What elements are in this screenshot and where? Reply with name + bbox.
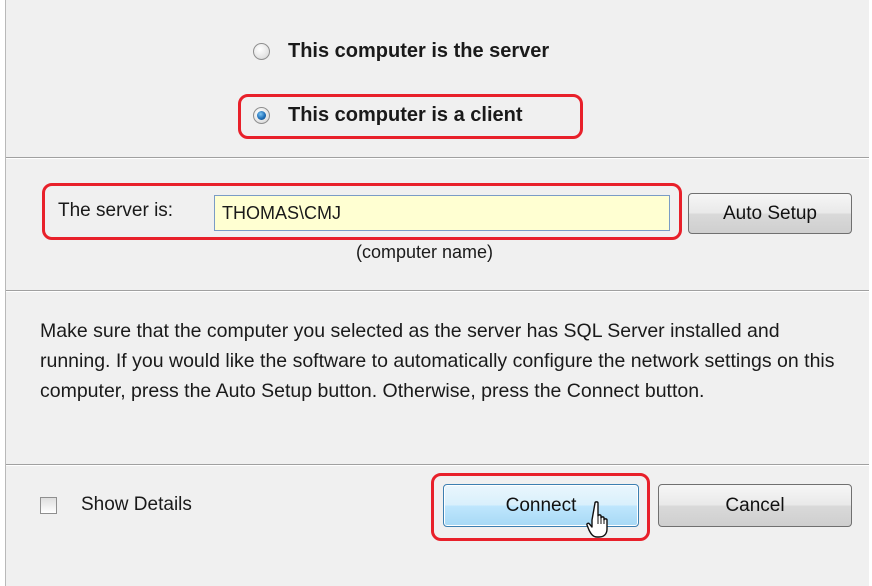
- section-divider: [6, 464, 869, 466]
- computer-name-hint: (computer name): [356, 242, 494, 262]
- cancel-button[interactable]: Cancel: [658, 484, 852, 527]
- show-details-checkbox[interactable]: [40, 496, 57, 514]
- radio-option-server[interactable]: This computer is the server: [253, 40, 549, 63]
- section-divider: [6, 290, 869, 292]
- server-name-input[interactable]: [214, 195, 670, 231]
- instructions-text: Make sure that the computer you selected…: [40, 320, 835, 402]
- radio-label-server: This computer is the server: [288, 40, 550, 62]
- radio-option-client[interactable]: This computer is a client: [253, 104, 523, 127]
- show-details-label: Show Details: [81, 494, 192, 515]
- radio-button-client[interactable]: [253, 107, 270, 124]
- server-label: The server is:: [58, 200, 174, 221]
- hand-cursor-icon: [586, 501, 608, 538]
- radio-label-client: This computer is a client: [288, 104, 523, 126]
- window-left-border: [0, 0, 6, 586]
- radio-button-server[interactable]: [253, 43, 270, 60]
- auto-setup-button[interactable]: Auto Setup: [688, 193, 852, 234]
- show-details-option[interactable]: Show Details: [40, 494, 192, 516]
- radio-selected-dot: [257, 111, 266, 120]
- section-divider: [6, 157, 869, 159]
